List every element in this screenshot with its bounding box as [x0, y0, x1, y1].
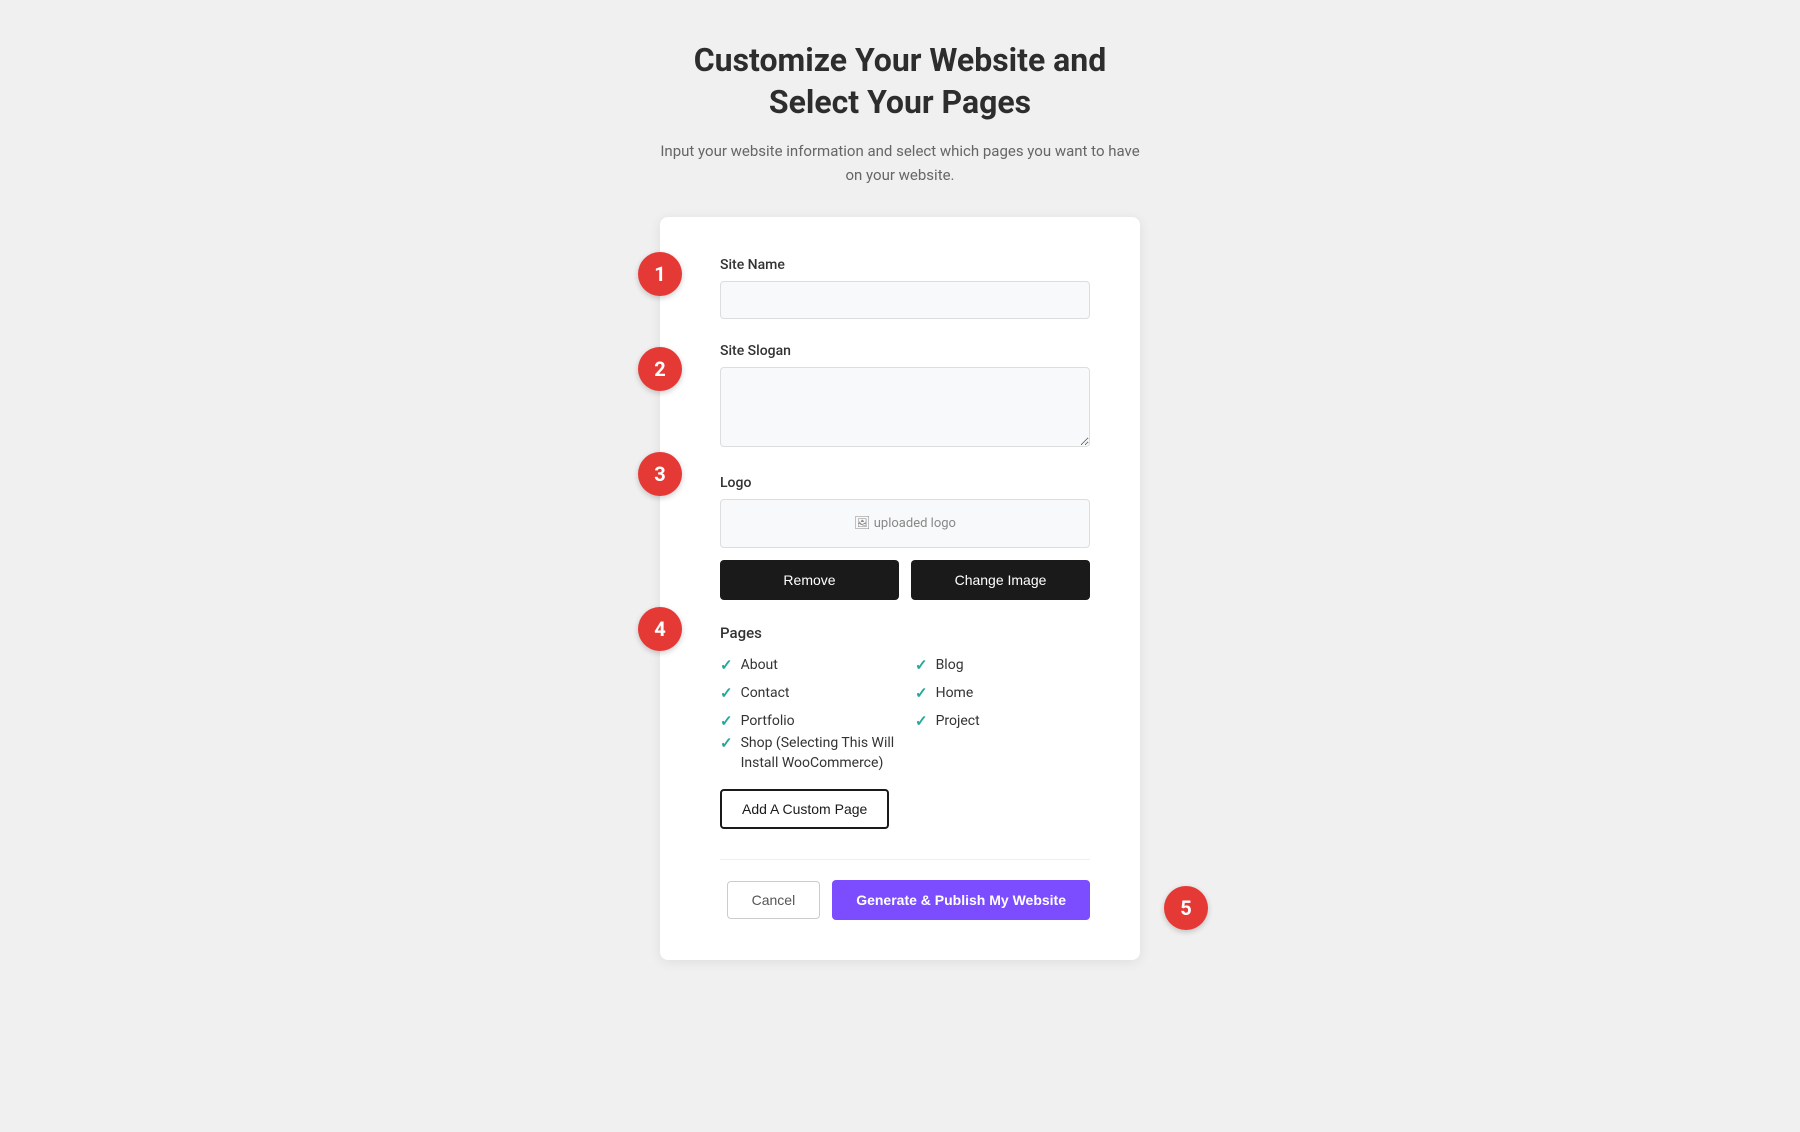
page-item-contact[interactable]: ✓ Contact — [720, 684, 895, 702]
page-name-blog: Blog — [936, 657, 964, 673]
site-slogan-input[interactable] — [720, 367, 1090, 447]
page-name-about: About — [741, 657, 778, 673]
pages-grid: ✓ About ✓ Blog ✓ Contact ✓ Home — [720, 656, 1090, 730]
check-icon-contact: ✓ — [720, 684, 733, 702]
check-icon-blog: ✓ — [915, 656, 928, 674]
cancel-button[interactable]: Cancel — [727, 881, 821, 919]
page-name-home: Home — [936, 685, 974, 701]
site-slogan-label: Site Slogan — [720, 343, 1090, 359]
page-item-portfolio[interactable]: ✓ Portfolio — [720, 712, 895, 730]
card-footer: Cancel Generate & Publish My Website — [720, 859, 1090, 920]
check-icon-shop: ✓ — [720, 734, 733, 752]
page-name-contact: Contact — [741, 685, 790, 701]
site-slogan-group: Site Slogan — [720, 343, 1090, 451]
form-card: Site Name Site Slogan Logo 🖼 uploaded lo… — [660, 217, 1140, 960]
step-badge-3: 3 — [638, 452, 682, 496]
page-item-project[interactable]: ✓ Project — [915, 712, 1090, 730]
page-item-shop[interactable]: ✓ Shop (Selecting This WillInstall WooCo… — [720, 734, 1090, 773]
logo-preview-text: 🖼 uploaded logo — [854, 516, 956, 531]
logo-label: Logo — [720, 475, 1090, 491]
logo-preview: 🖼 uploaded logo — [720, 499, 1090, 548]
logo-group: Logo 🖼 uploaded logo Remove Change Image — [720, 475, 1090, 600]
site-name-label: Site Name — [720, 257, 1090, 273]
page-subtitle: Input your website information and selec… — [660, 139, 1139, 187]
page-name-project: Project — [936, 713, 980, 729]
step-badge-1: 1 — [638, 252, 682, 296]
page-item-blog[interactable]: ✓ Blog — [915, 656, 1090, 674]
step-badge-4: 4 — [638, 607, 682, 651]
step-badge-5: 5 — [1164, 886, 1208, 930]
publish-button[interactable]: Generate & Publish My Website — [832, 880, 1090, 920]
page-item-home[interactable]: ✓ Home — [915, 684, 1090, 702]
page-name-shop: Shop (Selecting This WillInstall WooComm… — [741, 734, 895, 773]
check-icon-about: ✓ — [720, 656, 733, 674]
page-header: Customize Your Website andSelect Your Pa… — [660, 40, 1139, 187]
site-name-input[interactable] — [720, 281, 1090, 319]
card-wrapper: 1 2 3 4 5 Site Name Site Slogan Logo 🖼 u… — [660, 217, 1140, 960]
remove-button[interactable]: Remove — [720, 560, 899, 600]
check-icon-project: ✓ — [915, 712, 928, 730]
check-icon-portfolio: ✓ — [720, 712, 733, 730]
page-title: Customize Your Website andSelect Your Pa… — [660, 40, 1139, 123]
pages-section: Pages ✓ About ✓ Blog ✓ Contact — [720, 624, 1090, 829]
logo-buttons: Remove Change Image — [720, 560, 1090, 600]
check-icon-home: ✓ — [915, 684, 928, 702]
add-custom-page-button[interactable]: Add A Custom Page — [720, 789, 889, 829]
pages-label: Pages — [720, 624, 1090, 642]
change-image-button[interactable]: Change Image — [911, 560, 1090, 600]
page-name-portfolio: Portfolio — [741, 713, 795, 729]
step-badge-2: 2 — [638, 347, 682, 391]
site-name-group: Site Name — [720, 257, 1090, 319]
page-item-about[interactable]: ✓ About — [720, 656, 895, 674]
